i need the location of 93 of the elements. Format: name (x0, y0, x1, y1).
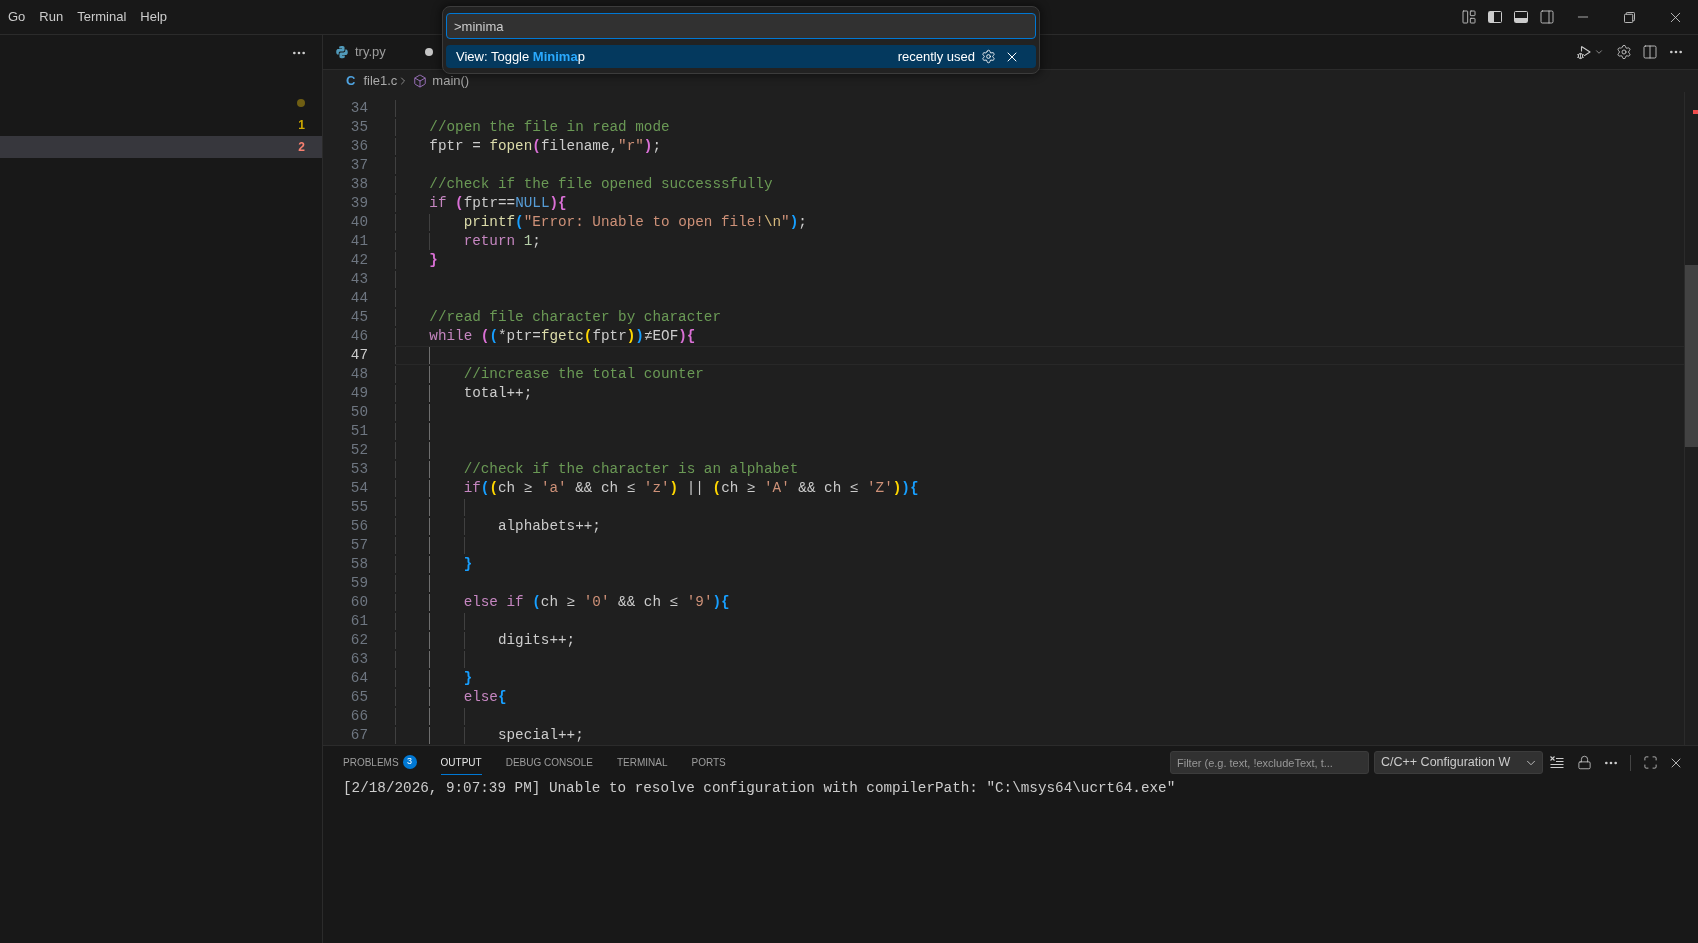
line-number: 34 (349, 99, 368, 118)
breadcrumb-item[interactable]: file1.c (363, 71, 398, 91)
command-label: View: Toggle Minimap (456, 47, 585, 66)
command-detail: recently used (897, 47, 975, 66)
line-number: 53 (349, 460, 368, 479)
line-number: 64 (349, 669, 368, 688)
code-line: digits++; (497, 631, 576, 650)
code-line: //check if the character is an alphabet (463, 460, 799, 479)
line-number: 66 (349, 707, 368, 726)
restore-icon[interactable] (1623, 11, 1635, 23)
clear-output-icon[interactable] (1549, 754, 1565, 771)
code-line: //open the file in read mode (429, 118, 670, 137)
line-number: 54 (349, 479, 368, 498)
panel-toggle-icon[interactable] (1513, 9, 1529, 25)
layout-icon[interactable] (1461, 9, 1477, 25)
line-number: 57 (349, 536, 368, 555)
code-line: } (463, 555, 473, 574)
line-number: 67 (349, 726, 368, 745)
line-number: 44 (349, 289, 368, 308)
filter-field[interactable]: Filter (e.g. text, !excludeText, t... (1170, 751, 1369, 774)
channel-dropdown[interactable]: C/C++ Configuration W (1374, 751, 1543, 774)
file-type-glyph: C (346, 72, 356, 91)
explorer-row[interactable]: 2 (0, 136, 322, 158)
cube-icon (413, 74, 428, 88)
line-number: 51 (349, 422, 368, 441)
code-line: alphabets++; (497, 517, 601, 536)
sidebar-toggle-icon[interactable] (1487, 9, 1503, 25)
line-number: 46 (349, 327, 368, 346)
line-number: 49 (349, 384, 368, 403)
line-number: 63 (349, 650, 368, 669)
menu-item[interactable]: Go (1, 7, 33, 27)
code-line: printf("Error: Unable to open file!\n"); (463, 213, 807, 232)
line-number: 59 (349, 574, 368, 593)
line-number: 61 (349, 612, 368, 631)
line-number: 41 (349, 232, 368, 251)
count-badge: 3 (402, 755, 417, 769)
code-line: //check if the file opened successsfully (429, 175, 773, 194)
code-line: } (463, 669, 473, 688)
code-line: //increase the total counter (463, 365, 704, 384)
line-number: 42 (349, 251, 368, 270)
panel-tab[interactable]: DEBUG CONSOLE (505, 750, 593, 775)
panel-tab[interactable]: PROBLEMS 3 (343, 750, 417, 775)
secondary-sidebar-icon[interactable] (1539, 9, 1555, 25)
menu-item[interactable]: Run (32, 7, 71, 27)
code-line: return 1; (463, 232, 541, 251)
command-result[interactable]: View: Toggle Minimap recently used (446, 45, 1036, 68)
lock-icon[interactable] (1576, 755, 1592, 770)
line-number: 56 (349, 517, 368, 536)
line-number: 65 (349, 688, 368, 707)
code-line: fptr = fopen(filename,"r"); (429, 137, 662, 156)
line-number: 39 (349, 194, 368, 213)
output-line: [2/18/2026, 9:07:39 PM] Unable to resolve configuration with compilerPath: "C:\msys64\ucrt64.exe" (343, 779, 1176, 798)
code-line: while ((*ptr=fgetc(fptr))≠EOF){ (429, 327, 696, 346)
line-number: 45 (349, 308, 368, 327)
panel-tab[interactable]: OUTPUT (440, 750, 482, 775)
code-line: total++; (463, 384, 533, 403)
line-number: 36 (349, 137, 368, 156)
line-number: 47 (349, 346, 368, 365)
code-line: } (429, 251, 438, 270)
code-line: if((ch ≥ 'a' && ch ≤ 'z') || (ch ≥ 'A' && ch ≤ 'Z')){ (463, 479, 919, 498)
line-number: 38 (349, 175, 368, 194)
run-debug-icon[interactable] (1576, 44, 1592, 60)
maximize-icon[interactable] (1642, 755, 1658, 770)
line-number: 60 (349, 593, 368, 612)
code-line: if (fptr==NULL){ (429, 194, 567, 213)
split-editor-icon[interactable] (1642, 44, 1658, 60)
settings-icon[interactable] (1616, 44, 1632, 60)
breadcrumb-item[interactable]: main() (432, 71, 470, 91)
panel-tab[interactable]: TERMINAL (616, 750, 668, 775)
scrollbar-thumb[interactable] (1685, 265, 1698, 447)
chevron-down-icon[interactable] (1594, 47, 1604, 57)
menu-item[interactable]: Help (133, 7, 175, 27)
line-number: 37 (349, 156, 368, 175)
line-number: 43 (349, 270, 368, 289)
file-type-icon (335, 45, 349, 59)
line-number: 50 (349, 403, 368, 422)
panel-tab[interactable]: PORTS (691, 750, 726, 775)
code-line: special++; (497, 726, 584, 745)
line-number: 48 (349, 365, 368, 384)
line-number: 35 (349, 118, 368, 137)
problem-count: 1 (298, 117, 305, 134)
line-number: 40 (349, 213, 368, 232)
menu-item[interactable]: Terminal (70, 7, 134, 27)
line-number: 52 (349, 441, 368, 460)
code-line: else{ (463, 688, 507, 707)
command-input[interactable]: >minima (446, 13, 1036, 39)
code-line: else if (ch ≥ '0' && ch ≤ '9'){ (463, 593, 730, 612)
line-number: 55 (349, 498, 368, 517)
problem-count: 2 (298, 139, 305, 156)
error-mark-icon (1693, 110, 1698, 114)
line-number: 62 (349, 631, 368, 650)
line-number: 58 (349, 555, 368, 574)
code-line: //read file character by character (429, 308, 722, 327)
